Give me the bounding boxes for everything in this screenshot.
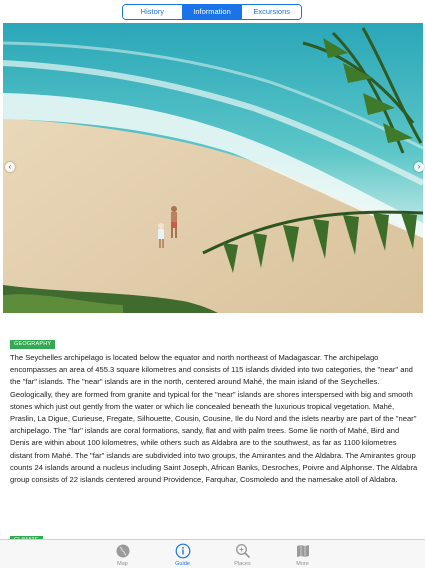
tab-history[interactable]: History (123, 5, 183, 19)
previous-image-button[interactable]: ‹ (5, 162, 15, 172)
tab-map-label: Map (117, 561, 128, 567)
bottom-tab-bar: Map Guide Places More (0, 539, 425, 568)
article-section: GEOGRAPHY The Seychelles archipelago is … (10, 332, 420, 486)
section-badge: GEOGRAPHY (10, 340, 56, 349)
beach-photo-graphic (3, 23, 423, 313)
next-image-button[interactable]: › (414, 162, 424, 172)
tab-guide[interactable]: Guide (153, 540, 213, 568)
chevron-left-icon: ‹ (8, 162, 12, 171)
map-book-icon (296, 545, 309, 557)
magnifier-icon (235, 543, 250, 559)
section-text: The Seychelles archipelago is located be… (10, 353, 418, 485)
tab-places[interactable]: Places (213, 540, 273, 568)
top-segmented-control: History Information Excursions (122, 4, 302, 20)
tab-information[interactable]: Information (182, 5, 243, 19)
chevron-right-icon: › (417, 162, 421, 171)
info-icon (175, 543, 190, 559)
tab-map[interactable]: Map (93, 540, 153, 568)
globe-icon (116, 544, 129, 558)
tab-places-label: Places (234, 561, 251, 567)
beach-photo (3, 23, 423, 313)
tab-more[interactable]: More (273, 540, 333, 568)
tab-more-label: More (296, 561, 309, 567)
tab-excursions[interactable]: Excursions (242, 5, 301, 19)
tab-guide-label: Guide (175, 561, 190, 567)
